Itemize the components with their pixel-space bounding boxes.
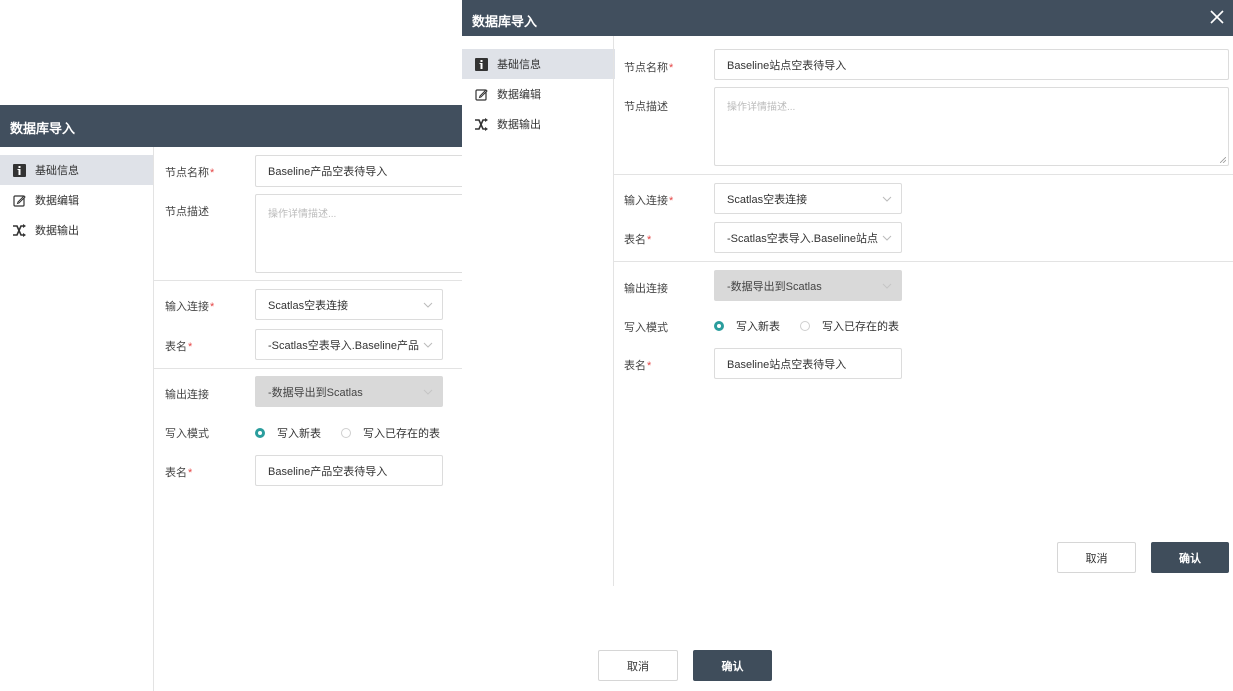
shuffle-icon [12,223,26,237]
sidebar-item-label: 数据输出 [35,225,79,237]
front-divider-1 [613,174,1233,175]
output-conn-value: -数据导出到Scatlas [727,280,822,293]
sidebar-item-label: 基础信息 [35,165,79,177]
chevron-down-icon [882,196,892,202]
out-table-input[interactable]: Baseline产品空表待导入 [255,455,443,486]
table-value: -Scatlas空表导入.Baseline站点 [727,232,878,245]
write-new-label[interactable]: 写入新表 [277,425,321,441]
sidebar-item-label: 基础信息 [497,59,541,71]
sidebar-item-label: 数据输出 [497,119,541,131]
chevron-down-icon [882,283,892,289]
info-icon [474,57,488,71]
back-dialog-title: 数据库导入 [10,121,76,136]
sidebar-item-data-edit[interactable]: 数据编辑 [0,185,153,215]
write-existing-label[interactable]: 写入已存在的表 [822,318,899,334]
edit-icon [12,193,26,207]
out-table-input[interactable]: Baseline站点空表待导入 [714,348,902,379]
node-name-label: 节点名称* [165,167,215,179]
output-conn-label: 输出连接 [165,389,209,401]
output-conn-select: -数据导出到Scatlas [714,270,902,301]
node-name-input[interactable]: Baseline产品空表待导入 [255,155,470,187]
write-new-radio[interactable] [714,321,724,331]
node-name-label: 节点名称* [624,62,674,74]
back-dialog: 数据库导入 基础信息 数据编辑 数据输出 节点名称* Baseline产品空表待… [0,105,470,691]
node-desc-textarea[interactable]: 操作详情描述... [255,194,470,273]
info-icon [12,163,26,177]
front-divider-vertical [613,36,614,586]
front-cancel-button[interactable]: 取消 [1057,542,1136,573]
input-conn-label: 输入连接* [624,195,674,207]
input-conn-select[interactable]: Scatlas空表连接 [255,289,443,320]
write-mode-label: 写入模式 [165,428,209,440]
sidebar-item-basic-info[interactable]: 基础信息 [462,49,615,79]
write-mode-radios: 写入新表 写入已存在的表 [255,425,460,441]
node-desc-label: 节点描述 [624,101,668,113]
sidebar-item-data-output[interactable]: 数据输出 [462,109,615,139]
sidebar-item-label: 数据编辑 [497,89,541,101]
front-sidebar: 基础信息 数据编辑 数据输出 [462,49,615,139]
sidebar-item-data-output[interactable]: 数据输出 [0,215,153,245]
back-dialog-header: 数据库导入 [0,105,470,147]
table-value: -Scatlas空表导入.Baseline产品 [268,339,419,352]
node-desc-textarea[interactable]: 操作详情描述... [714,87,1229,166]
chevron-down-icon [423,302,433,308]
table-label: 表名* [165,341,193,353]
back-divider-vertical [153,147,154,691]
front-confirm-button[interactable]: 确认 [1151,542,1229,573]
input-conn-value: Scatlas空表连接 [727,193,808,206]
table-select[interactable]: -Scatlas空表导入.Baseline站点 [714,222,902,253]
sidebar-item-basic-info[interactable]: 基础信息 [0,155,153,185]
write-new-radio[interactable] [255,428,265,438]
write-existing-label[interactable]: 写入已存在的表 [363,425,440,441]
chevron-down-icon [882,235,892,241]
write-mode-label: 写入模式 [624,322,668,334]
edit-icon [474,87,488,101]
back-divider-2 [153,368,470,369]
table-select[interactable]: -Scatlas空表导入.Baseline产品 [255,329,443,360]
table-label: 表名* [624,234,652,246]
output-conn-value: -数据导出到Scatlas [268,386,363,399]
back-sidebar: 基础信息 数据编辑 数据输出 [0,155,153,245]
out-table-label: 表名* [624,360,652,372]
out-table-label: 表名* [165,467,193,479]
resize-handle-icon[interactable] [1220,157,1226,163]
output-conn-label: 输出连接 [624,283,668,295]
input-conn-select[interactable]: Scatlas空表连接 [714,183,902,214]
chevron-down-icon [423,389,433,395]
sidebar-item-label: 数据编辑 [35,195,79,207]
node-desc-placeholder: 操作详情描述... [727,102,796,113]
write-new-label[interactable]: 写入新表 [736,318,780,334]
node-desc-label: 节点描述 [165,206,209,218]
input-conn-label: 输入连接* [165,301,215,313]
output-conn-select: -数据导出到Scatlas [255,376,443,407]
front-dialog-header: 数据库导入 [462,0,1233,36]
write-mode-radios: 写入新表 写入已存在的表 [714,318,919,334]
node-name-input[interactable]: Baseline站点空表待导入 [714,49,1229,80]
back-cancel-button[interactable]: 取消 [598,650,678,681]
write-existing-radio[interactable] [800,321,810,331]
front-divider-2 [613,261,1233,262]
back-divider-1 [153,280,470,281]
write-existing-radio[interactable] [341,428,351,438]
close-icon[interactable] [1210,10,1224,24]
chevron-down-icon [423,342,433,348]
front-dialog: 数据库导入 基础信息 数据编辑 数据输出 节点名称* Baseline站点空表待… [462,0,1233,586]
front-dialog-title: 数据库导入 [472,14,538,29]
back-confirm-button[interactable]: 确认 [693,650,772,681]
shuffle-icon [474,117,488,131]
input-conn-value: Scatlas空表连接 [268,299,349,312]
sidebar-item-data-edit[interactable]: 数据编辑 [462,79,615,109]
